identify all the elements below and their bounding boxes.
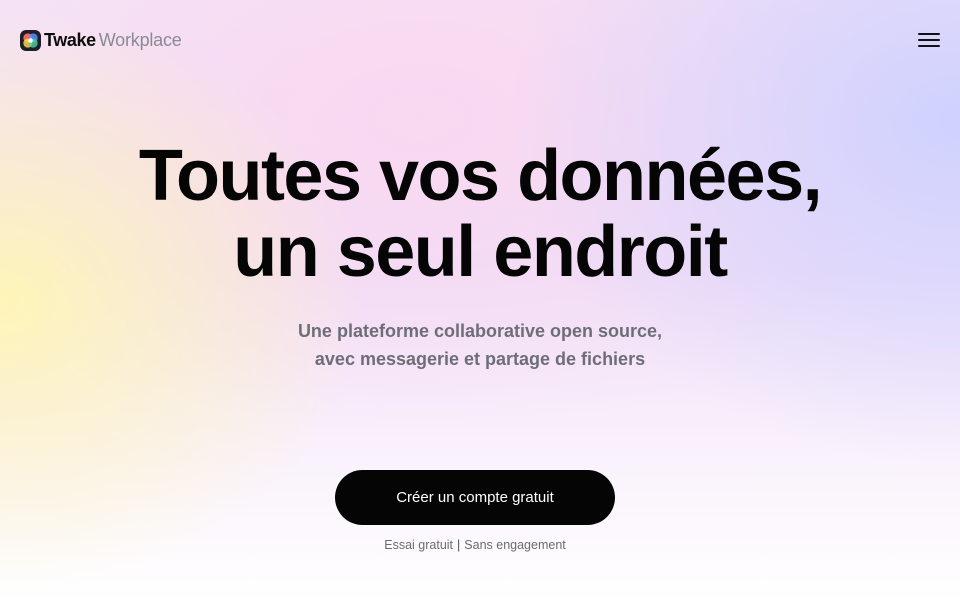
logo-brand-name: Twake [44, 29, 96, 50]
hero-subtitle: Une plateforme collaborative open source… [0, 317, 960, 373]
hero-title-line-1: Toutes vos données, [138, 136, 823, 216]
menu-bar-top [918, 33, 940, 35]
menu-bar-bottom [918, 45, 940, 47]
hero-subtitle-line-2: avec messagerie et partage de fichiers [314, 349, 646, 369]
logo-product-name: Workplace [98, 29, 182, 50]
hero-title: Toutes vos données, un seul endroit [0, 138, 960, 290]
create-free-account-button[interactable]: Créer un compte gratuit [335, 470, 615, 525]
free-trial-text: Essai gratuit [384, 538, 454, 552]
twake-logo-icon [20, 29, 41, 51]
site-header: Twake Workplace [0, 0, 960, 80]
trial-note: Essai gratuit | Sans engagement [0, 538, 950, 552]
hero-title-line-2: un seul endroit [233, 212, 728, 292]
menu-bar-middle [918, 39, 940, 41]
no-commitment-text: Sans engagement [464, 538, 566, 552]
hamburger-menu-icon[interactable] [918, 29, 940, 51]
logo-link[interactable]: Twake Workplace [20, 29, 182, 51]
hero-subtitle-line-1: Une plateforme collaborative open source… [297, 321, 663, 341]
note-separator: | [457, 538, 461, 552]
